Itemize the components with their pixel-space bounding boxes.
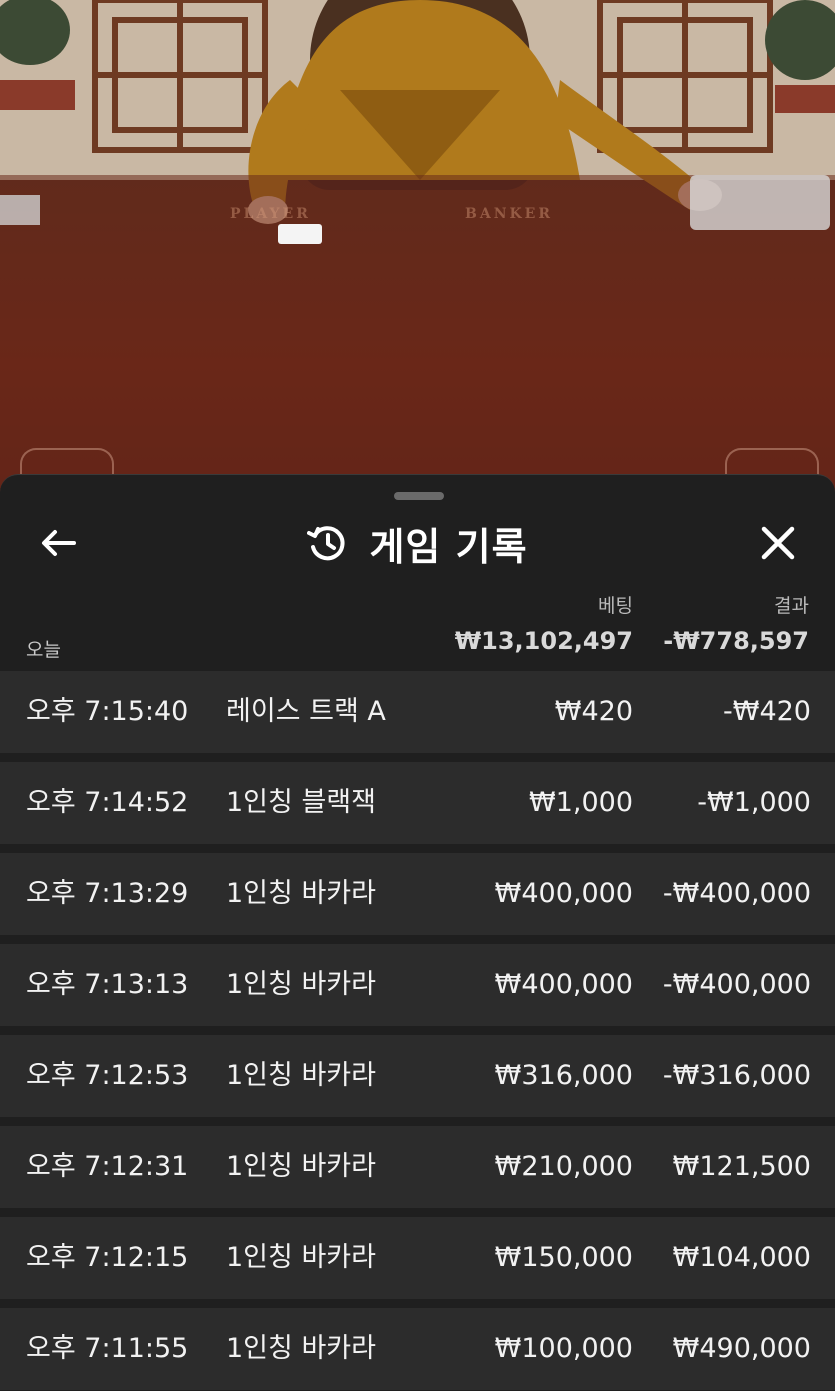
history-row[interactable]: 오후 7:15:40 레이스 트랙 A ₩420 -₩420: [0, 671, 835, 753]
row-bet: ₩316,000: [494, 1060, 633, 1091]
row-time: 오후 7:12:31: [26, 1151, 189, 1182]
player-area-label: PLAYER: [230, 206, 311, 222]
app-screen: PLAYER BANKER 게임 기록 베팅 결과 오늘 ₩13,102,497…: [0, 0, 835, 1391]
history-clock-icon: [307, 526, 345, 561]
close-button[interactable]: [752, 519, 804, 567]
row-result: -₩400,000: [662, 878, 811, 909]
row-time: 오후 7:13:29: [26, 878, 189, 909]
row-time: 오후 7:15:40: [26, 696, 189, 727]
row-bet: ₩100,000: [494, 1333, 633, 1364]
page-title: 게임 기록: [369, 524, 528, 569]
history-row[interactable]: 오후 7:12:15 1인칭 바카라 ₩150,000 ₩104,000: [0, 1217, 835, 1299]
row-bet: ₩210,000: [494, 1151, 633, 1182]
today-result-total: -₩778,597: [663, 627, 809, 655]
history-row[interactable]: 오후 7:12:31 1인칭 바카라 ₩210,000 ₩121,500: [0, 1126, 835, 1208]
row-game: 1인칭 바카라: [226, 1151, 376, 1182]
today-label: 오늘: [26, 639, 61, 661]
row-game: 1인칭 바카라: [226, 1060, 376, 1091]
history-row[interactable]: 오후 7:14:52 1인칭 블랙잭 ₩1,000 -₩1,000: [0, 762, 835, 844]
close-icon: [761, 526, 795, 560]
row-bet: ₩400,000: [494, 878, 633, 909]
history-row[interactable]: 오후 7:13:13 1인칭 바카라 ₩400,000 -₩400,000: [0, 944, 835, 1026]
row-game: 1인칭 바카라: [226, 969, 376, 1000]
row-time: 오후 7:12:53: [26, 1060, 189, 1091]
history-row[interactable]: 오후 7:12:53 1인칭 바카라 ₩316,000 -₩316,000: [0, 1035, 835, 1117]
row-game: 1인칭 바카라: [226, 1333, 376, 1364]
row-result: -₩1,000: [697, 787, 811, 818]
row-time: 오후 7:11:55: [26, 1333, 189, 1364]
row-game: 레이스 트랙 A: [226, 696, 386, 727]
row-bet: ₩150,000: [494, 1242, 633, 1273]
dealer-scene-image: [0, 0, 835, 520]
row-game: 1인칭 바카라: [226, 878, 376, 909]
row-bet: ₩1,000: [529, 787, 633, 818]
row-time: 오후 7:12:15: [26, 1242, 189, 1273]
row-bet: ₩420: [554, 696, 633, 727]
live-video-feed: PLAYER BANKER: [0, 0, 835, 520]
row-result: -₩420: [723, 696, 811, 727]
sheet-header: 게임 기록: [0, 519, 835, 569]
row-time: 오후 7:13:13: [26, 969, 189, 1000]
bet-column-header: 베팅: [598, 595, 633, 617]
row-result: ₩121,500: [672, 1151, 811, 1182]
row-game: 1인칭 바카라: [226, 1242, 376, 1273]
row-result: ₩490,000: [672, 1333, 811, 1364]
game-history-sheet: 게임 기록 베팅 결과 오늘 ₩13,102,497 -₩778,597 오후 …: [0, 474, 835, 1391]
row-time: 오후 7:14:52: [26, 787, 189, 818]
row-result: -₩316,000: [662, 1060, 811, 1091]
result-column-header: 결과: [774, 595, 809, 617]
row-result: -₩400,000: [662, 969, 811, 1000]
today-bet-total: ₩13,102,497: [454, 627, 633, 655]
row-result: ₩104,000: [672, 1242, 811, 1273]
banker-area-label: BANKER: [465, 206, 553, 222]
history-row[interactable]: 오후 7:11:55 1인칭 바카라 ₩100,000 ₩490,000: [0, 1308, 835, 1390]
row-game: 1인칭 블랙잭: [226, 787, 376, 818]
history-row[interactable]: 오후 7:13:29 1인칭 바카라 ₩400,000 -₩400,000: [0, 853, 835, 935]
sheet-drag-handle[interactable]: [394, 492, 444, 500]
row-bet: ₩400,000: [494, 969, 633, 1000]
